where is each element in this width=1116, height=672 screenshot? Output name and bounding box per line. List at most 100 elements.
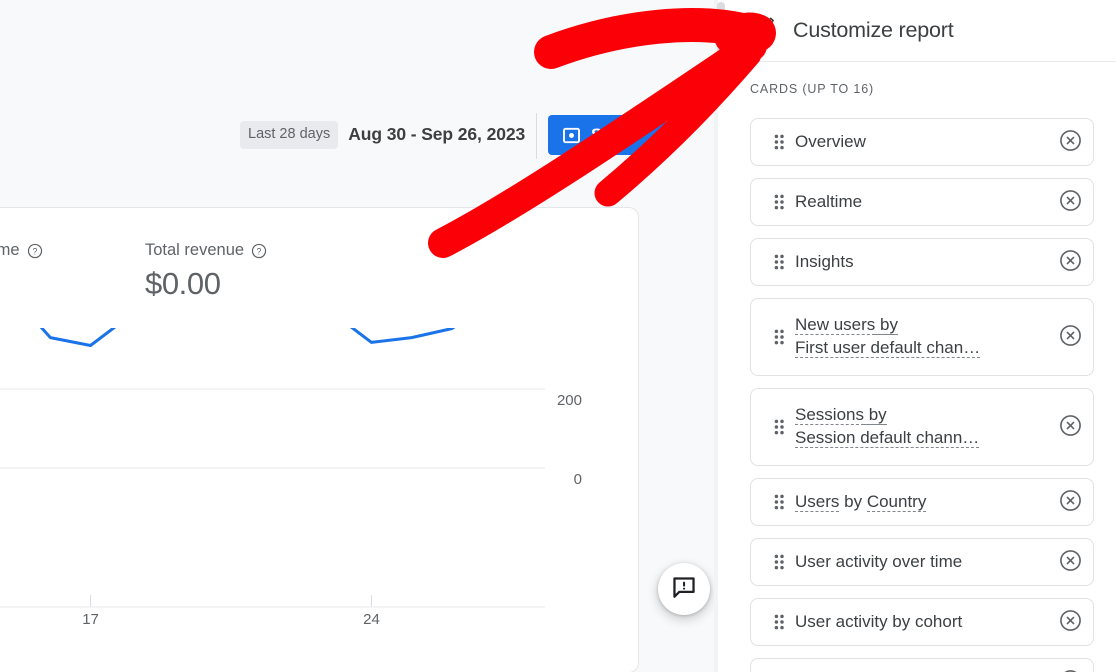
feedback-button[interactable] — [658, 563, 710, 615]
customize-report-panel: Customize report Cards (up to 16) Overvi… — [728, 0, 1116, 672]
card-label: Realtime — [792, 191, 1047, 214]
metric-total-revenue: Total revenue ? $0.00 — [145, 241, 267, 302]
cards-list: OverviewRealtimeInsightsNew users byFirs… — [728, 118, 1116, 672]
drag-handle-icon[interactable] — [766, 419, 792, 435]
metric-row: nt time ? Total revenue — [0, 208, 638, 298]
save-button[interactable]: Save.. — [548, 115, 666, 155]
remove-circle-icon — [1059, 324, 1082, 350]
svg-text:0: 0 — [574, 471, 582, 488]
card-item[interactable]: Users by Country — [750, 478, 1094, 526]
save-icon — [562, 126, 581, 145]
drag-handle-icon[interactable] — [766, 329, 792, 345]
save-button-label: Save.. — [591, 125, 639, 145]
panel-header: Customize report — [728, 0, 1116, 61]
card-item[interactable]: User activity by cohort — [750, 598, 1094, 646]
report-scrollbar-thumb[interactable] — [717, 2, 725, 95]
card-label-token: Session default chann… — [795, 428, 979, 448]
drag-handle-icon[interactable] — [766, 554, 792, 570]
metric-engagement-time-label: nt time — [0, 241, 20, 260]
svg-text:?: ? — [257, 246, 262, 256]
remove-card-button[interactable] — [1047, 414, 1093, 440]
card-label-token: Realtime — [795, 192, 862, 211]
svg-text:17: 17 — [82, 611, 99, 628]
card-label: Sessions bySession default chann… — [792, 404, 1047, 450]
svg-text:24: 24 — [363, 611, 380, 628]
drag-handle-icon[interactable] — [766, 254, 792, 270]
remove-circle-icon — [1059, 549, 1082, 575]
remove-card-button[interactable] — [1047, 609, 1093, 635]
card-label-token: User activity by cohort — [795, 612, 962, 631]
card-label-token: by — [875, 315, 898, 335]
drag-handle-icon[interactable] — [766, 614, 792, 630]
card-label-line: Overview — [795, 131, 1041, 154]
card-label-token: Sessions — [795, 405, 864, 425]
drag-handle-icon[interactable] — [766, 134, 792, 150]
report-scrollbar-track[interactable] — [714, 0, 718, 672]
card-label: Overview — [792, 131, 1047, 154]
card-label-line: User activity by cohort — [795, 611, 1041, 634]
feedback-icon — [671, 575, 697, 604]
drag-handle-icon[interactable] — [766, 194, 792, 210]
card-label-line: Insights — [795, 251, 1041, 274]
svg-text:?: ? — [32, 246, 37, 256]
card-label: New users byFirst user default chan… — [792, 314, 1047, 360]
remove-circle-icon — [1059, 129, 1082, 155]
card-label-line: Users by Country — [795, 491, 1041, 514]
cards-section-label: Cards (up to 16) — [750, 82, 874, 96]
remove-circle-icon — [1059, 489, 1082, 515]
card-label-token: Users — [795, 492, 839, 512]
help-circle-icon[interactable]: ? — [251, 243, 267, 259]
card-label-token: User activity over time — [795, 552, 962, 571]
card-label: Insights — [792, 251, 1047, 274]
card-label-token: Overview — [795, 132, 866, 151]
remove-card-button[interactable] — [1047, 549, 1093, 575]
card-label-line: Sessions by — [795, 404, 1041, 427]
report-pane: Last 28 days Aug 30 - Sep 26, 2023 Save.… — [0, 0, 718, 672]
card-item[interactable]: Insights — [750, 238, 1094, 286]
remove-circle-icon — [1059, 414, 1082, 440]
remove-circle-icon — [1059, 189, 1082, 215]
card-label-line: First user default chan… — [795, 337, 1041, 360]
edit-chart-icon — [750, 16, 775, 46]
card-item[interactable]: New users byFirst user default chan… — [750, 298, 1094, 376]
remove-circle-icon — [1059, 249, 1082, 275]
card-label: User activity over time — [792, 551, 1047, 574]
svg-text:400: 400 — [557, 328, 582, 330]
card-label: Users by Country — [792, 491, 1047, 514]
card-label-connector: by — [839, 492, 866, 511]
metric-total-revenue-value: $0.00 — [145, 266, 267, 302]
card-item[interactable]: User activity over time — [750, 538, 1094, 586]
panel-title: Customize report — [793, 18, 954, 43]
date-range-preset-chip[interactable]: Last 28 days — [240, 121, 338, 149]
panel-header-divider — [728, 61, 1116, 62]
remove-circle-icon — [1059, 609, 1082, 635]
report-chart-card: nt time ? Total revenue — [0, 208, 638, 672]
card-label-line: User activity over time — [795, 551, 1041, 574]
remove-card-button[interactable] — [1047, 249, 1093, 275]
report-toolbar: Last 28 days Aug 30 - Sep 26, 2023 Save.… — [0, 55, 718, 105]
help-circle-icon[interactable]: ? — [27, 243, 43, 259]
card-label-token: by — [864, 405, 887, 425]
card-label-line: Realtime — [795, 191, 1041, 214]
drag-handle-icon[interactable] — [766, 494, 792, 510]
remove-card-button[interactable] — [1047, 129, 1093, 155]
svg-text:200: 200 — [557, 392, 582, 409]
card-label-line: Session default chann… — [795, 427, 1041, 450]
card-label-line: New users by — [795, 314, 1041, 337]
line-chart[interactable]: 02004006001724 — [0, 328, 638, 672]
card-item[interactable]: Sessions bySession default chann… — [750, 388, 1094, 466]
date-range-text[interactable]: Aug 30 - Sep 26, 2023 — [348, 124, 525, 145]
remove-card-button[interactable] — [1047, 324, 1093, 350]
card-label-token: New users — [795, 315, 875, 335]
remove-card-button[interactable] — [1047, 189, 1093, 215]
remove-card-button[interactable] — [1047, 489, 1093, 515]
screen: Last 28 days Aug 30 - Sep 26, 2023 Save.… — [0, 0, 1116, 672]
card-label-token: Country — [867, 492, 927, 512]
metric-engagement-time: nt time ? — [0, 241, 43, 260]
card-item[interactable]: Realtime — [750, 178, 1094, 226]
card-label-token: First user default chan… — [795, 338, 980, 358]
card-item[interactable]: Views by — [750, 658, 1094, 672]
date-range-selector[interactable]: Last 28 days Aug 30 - Sep 26, 2023 — [240, 121, 525, 149]
card-item[interactable]: Overview — [750, 118, 1094, 166]
metric-total-revenue-label: Total revenue — [145, 241, 244, 260]
